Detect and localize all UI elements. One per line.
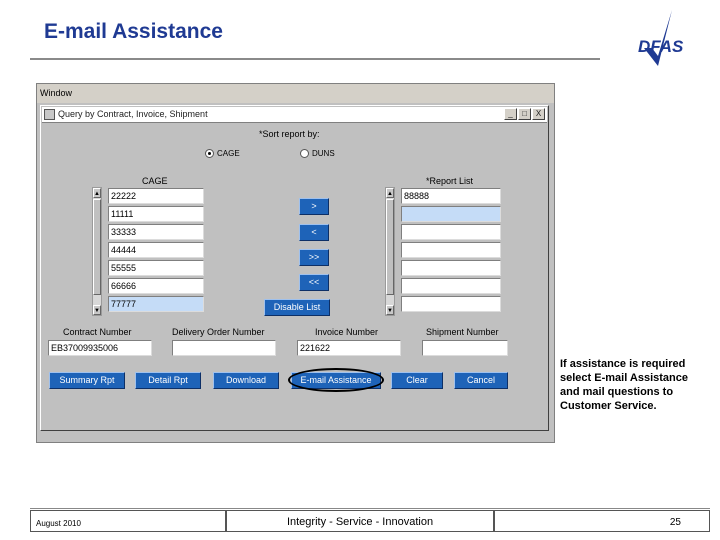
detail-report-button[interactable]: Detail Rpt <box>135 372 201 389</box>
app-window: Window Query by Contract, Invoice, Shipm… <box>36 83 555 443</box>
maximize-button[interactable]: □ <box>518 108 531 120</box>
scroll-up-icon[interactable]: ▲ <box>93 188 101 198</box>
scroll-down-icon[interactable]: ▼ <box>386 305 394 315</box>
shipment-number-field[interactable] <box>422 340 508 356</box>
report-item[interactable] <box>401 296 501 312</box>
invoice-number-label: Invoice Number <box>315 327 379 337</box>
summary-report-button[interactable]: Summary Rpt <box>49 372 125 389</box>
report-item-selected[interactable] <box>401 206 501 222</box>
form-titlebar: Query by Contract, Invoice, Shipment _ □… <box>42 107 547 123</box>
report-scrollbar[interactable]: ▲ ▼ <box>385 187 395 316</box>
app-icon <box>44 109 55 120</box>
footer-tagline: Integrity - Service - Innovation <box>226 510 494 532</box>
cage-item[interactable]: 44444 <box>108 242 204 258</box>
cage-item[interactable]: 66666 <box>108 278 204 294</box>
radio-duns-dot[interactable] <box>300 149 309 158</box>
cage-item[interactable]: 11111 <box>108 206 204 222</box>
cage-scrollbar[interactable]: ▲ ▼ <box>92 187 102 316</box>
form-title: Query by Contract, Invoice, Shipment <box>58 109 208 119</box>
scroll-up-icon[interactable]: ▲ <box>386 188 394 198</box>
radio-cage[interactable]: CAGE <box>205 149 240 158</box>
scroll-thumb[interactable] <box>386 199 394 295</box>
cage-item[interactable]: 33333 <box>108 224 204 240</box>
cage-header: CAGE <box>142 176 168 186</box>
delivery-order-label: Delivery Order Number <box>172 327 265 337</box>
sort-label: *Sort report by: <box>259 129 320 139</box>
move-left-button[interactable]: < <box>299 224 329 241</box>
download-button[interactable]: Download <box>213 372 279 389</box>
menu-window[interactable]: Window <box>37 84 554 103</box>
contract-number-field[interactable]: EB37009935006 <box>48 340 152 356</box>
scroll-thumb[interactable] <box>93 199 101 295</box>
radio-cage-label: CAGE <box>217 149 240 158</box>
invoice-number-field[interactable]: 221622 <box>297 340 401 356</box>
footer-date: August 2010 <box>30 510 226 532</box>
clear-button[interactable]: Clear <box>391 372 443 389</box>
title-divider <box>30 58 600 60</box>
move-right-button[interactable]: > <box>299 198 329 215</box>
scroll-down-icon[interactable]: ▼ <box>93 305 101 315</box>
cage-item-selected[interactable]: 77777 <box>108 296 204 312</box>
minimize-button[interactable]: _ <box>504 108 517 120</box>
report-item[interactable]: 88888 <box>401 188 501 204</box>
cage-item[interactable]: 22222 <box>108 188 204 204</box>
footer-divider <box>30 508 710 509</box>
cage-item[interactable]: 55555 <box>108 260 204 276</box>
radio-cage-dot[interactable] <box>205 149 214 158</box>
radio-duns-label: DUNS <box>312 149 335 158</box>
slide-title: E-mail Assistance <box>44 20 223 43</box>
move-all-left-button[interactable]: << <box>299 274 329 291</box>
email-assistance-highlight <box>288 368 384 392</box>
report-item[interactable] <box>401 242 501 258</box>
close-button[interactable]: X <box>532 108 545 120</box>
report-item[interactable] <box>401 278 501 294</box>
report-item[interactable] <box>401 224 501 240</box>
move-all-right-button[interactable]: >> <box>299 249 329 266</box>
cancel-button[interactable]: Cancel <box>454 372 508 389</box>
page-number: 25 <box>494 510 710 532</box>
radio-duns[interactable]: DUNS <box>300 149 335 158</box>
report-list-header: *Report List <box>426 176 474 186</box>
contract-number-label: Contract Number <box>63 327 132 337</box>
disable-list-button[interactable]: Disable List <box>264 299 330 316</box>
logo-text: DFAS <box>638 37 684 56</box>
delivery-order-field[interactable] <box>172 340 276 356</box>
query-form: Query by Contract, Invoice, Shipment _ □… <box>40 105 549 431</box>
shipment-number-label: Shipment Number <box>426 327 499 337</box>
dfas-logo: DFAS <box>638 10 684 66</box>
report-item[interactable] <box>401 260 501 276</box>
assistance-note: If assistance is required select E-mail … <box>560 358 688 412</box>
